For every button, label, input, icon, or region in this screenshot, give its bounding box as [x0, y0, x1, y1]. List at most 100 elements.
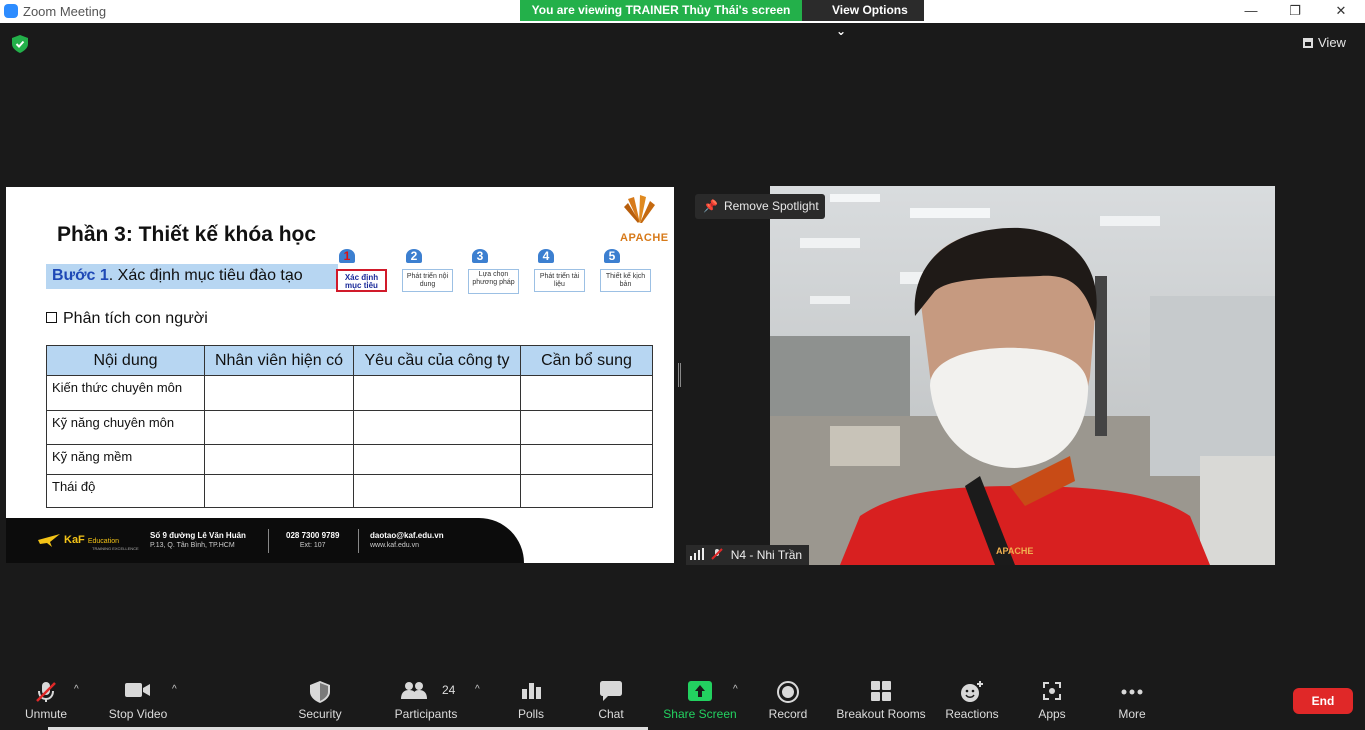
more-label: More: [1118, 707, 1146, 721]
record-button[interactable]: Record: [764, 664, 812, 730]
chat-button[interactable]: Chat: [588, 664, 634, 730]
unmute-button[interactable]: Unmute: [14, 664, 78, 730]
reactions-label: Reactions: [945, 707, 999, 721]
email: daotao@kaf.edu.vn: [370, 531, 444, 540]
apps-icon: [1043, 682, 1061, 700]
zoom-app-icon: [4, 4, 18, 18]
table-cell: [353, 444, 521, 475]
table-cell: [204, 375, 354, 411]
table-cell: [204, 474, 354, 508]
table-row: Thái độ: [46, 474, 653, 508]
share-options-caret[interactable]: ^: [729, 664, 745, 730]
website: www.kaf.edu.vn: [370, 542, 420, 549]
security-label: Security: [298, 707, 342, 721]
table-cell: [204, 444, 354, 475]
viewing-screen-label: You are viewing TRAINER Thủy Thái's scre…: [520, 0, 802, 21]
phone-ext: Ext: 107: [299, 542, 326, 549]
shirt-logo-text: APACHE: [996, 546, 1034, 556]
table-header: Nhân viên hiện có: [204, 345, 354, 376]
panel-resize-handle[interactable]: [678, 363, 681, 387]
record-icon: [777, 681, 799, 703]
apache-logo-text: APACHE: [620, 232, 669, 244]
table-header: Cần bổ sung: [520, 345, 653, 376]
signal-strength-icon: [690, 548, 704, 560]
participants-icon: [401, 682, 427, 699]
table-cell: Kỹ năng chuyên môn: [46, 410, 205, 445]
polls-chart-icon: [522, 683, 541, 699]
reactions-emoji-icon: [961, 681, 983, 702]
end-meeting-button[interactable]: End: [1293, 688, 1353, 714]
analysis-label: Phân tích con người: [63, 310, 208, 327]
muted-mic-icon: [711, 548, 724, 560]
table-cell: [204, 410, 354, 445]
remove-spotlight-button[interactable]: 📌 Remove Spotlight: [695, 194, 825, 219]
step-box-3: Lựa chọn phương pháp: [468, 269, 519, 294]
stop-video-label: Stop Video: [108, 707, 168, 721]
table-cell: [520, 474, 653, 508]
minimize-button[interactable]: —: [1236, 2, 1266, 20]
footer-contact: daotao@kaf.edu.vn www.kaf.edu.vn: [370, 531, 444, 549]
more-dots-icon: [1121, 689, 1143, 695]
participants-button[interactable]: 24 Participants: [388, 664, 464, 730]
kaf-brand-sub: Education: [87, 538, 119, 545]
encryption-shield-icon[interactable]: [12, 35, 28, 53]
footer-divider: [268, 529, 269, 553]
view-options-button[interactable]: View Options ⌄: [802, 0, 924, 38]
polls-label: Polls: [517, 707, 544, 721]
slide-title: Phần 3: Thiết kế khóa học: [57, 223, 317, 246]
participant-video[interactable]: APACHE: [770, 186, 1275, 565]
breakout-rooms-label: Breakout Rooms: [836, 707, 926, 721]
meeting-toolbar: Unmute ^ Stop Video ^ Security 24 Partic…: [0, 664, 1365, 730]
table-cell: [520, 444, 653, 475]
record-label: Record: [768, 707, 808, 721]
breakout-rooms-button[interactable]: Breakout Rooms: [834, 664, 928, 730]
security-button[interactable]: Security: [290, 664, 350, 730]
step-number-3: 3: [472, 249, 488, 263]
table-row: Kiến thức chuyên môn: [46, 375, 653, 411]
apache-logo: APACHE: [620, 193, 668, 244]
chevron-up-icon: ^: [172, 684, 177, 695]
kaf-plane-icon: [38, 534, 60, 547]
pin-icon: 📌: [703, 199, 718, 213]
table-row: Kỹ năng chuyên môn: [46, 410, 653, 445]
reactions-button[interactable]: Reactions: [944, 664, 1000, 730]
apache-feather-icon: [624, 195, 655, 223]
stop-video-button[interactable]: Stop Video: [104, 664, 172, 730]
table-cell: Kỹ năng mềm: [46, 444, 205, 475]
chevron-down-icon: ⌄: [836, 24, 847, 38]
shared-screen: Phần 3: Thiết kế khóa học APACHE Bước 1.…: [6, 187, 674, 563]
more-button[interactable]: More: [1110, 664, 1154, 730]
step-label: Bước 1. Xác định mục tiêu đào tạo: [52, 267, 303, 285]
remove-spotlight-label: Remove Spotlight: [723, 199, 819, 213]
participant-name: N4 - Nhi Trần: [730, 548, 803, 562]
apps-button[interactable]: Apps: [1030, 664, 1074, 730]
kaf-brand-tag: TRAINING EXCELLENCE: [92, 546, 139, 551]
participant-name-tag: N4 - Nhi Trần: [686, 545, 810, 565]
audio-options-caret[interactable]: ^: [70, 664, 86, 730]
phone-number: 028 7300 9789: [286, 531, 340, 540]
grid-view-icon: [1303, 38, 1313, 48]
video-camera-icon: [125, 683, 150, 697]
checkbox-icon: [46, 312, 57, 323]
step-number-1: 1: [339, 249, 355, 263]
share-screen-button[interactable]: Share Screen: [660, 664, 740, 730]
close-button[interactable]: ✕: [1326, 2, 1356, 20]
window-title: Zoom Meeting: [23, 4, 107, 19]
view-options-label: View Options: [832, 3, 908, 17]
polls-button[interactable]: Polls: [508, 664, 554, 730]
step-number-5: 5: [604, 249, 620, 263]
share-screen-label: Share Screen: [663, 707, 737, 721]
step-bar: Bước 1. Xác định mục tiêu đào tạo: [46, 264, 338, 289]
table-cell: [353, 474, 521, 508]
step-number-4: 4: [538, 249, 554, 263]
table-cell: [520, 410, 653, 445]
video-frame: [770, 186, 1275, 565]
video-options-caret[interactable]: ^: [168, 664, 184, 730]
participants-label: Participants: [394, 707, 458, 721]
participants-options-caret[interactable]: ^: [471, 664, 487, 730]
restore-button[interactable]: ❐: [1280, 2, 1310, 20]
step-box-5: Thiết kế kịch bản: [600, 269, 651, 292]
security-shield-icon: [310, 681, 330, 703]
kaf-brand-name: KaF: [64, 534, 85, 546]
view-layout-button[interactable]: View: [1303, 32, 1359, 54]
